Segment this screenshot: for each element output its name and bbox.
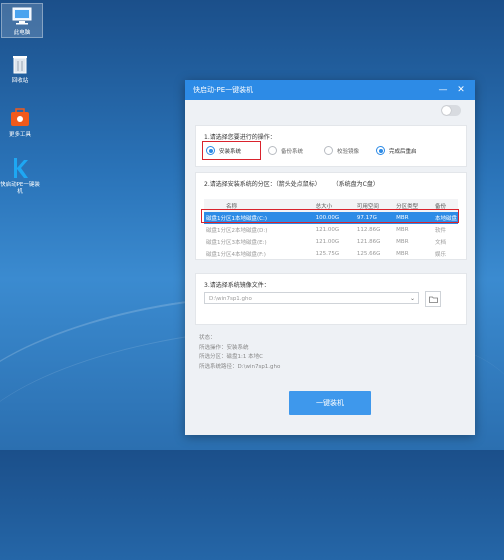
cell-backup: 软件 <box>434 228 446 234</box>
toolbox-icon <box>8 106 32 130</box>
desktop-icon-label: 快启动PE一键装机 <box>0 182 40 195</box>
toggle-knob <box>442 106 451 115</box>
cell-type: MBR <box>396 251 409 257</box>
option-label: 完成后重启 <box>389 148 417 155</box>
one-click-install-button[interactable]: 一键装机 <box>289 391 371 415</box>
computer-icon <box>10 4 34 28</box>
desktop-icon-recycle-bin[interactable]: 回收站 <box>0 52 40 85</box>
cell-size: 125.75G <box>315 251 340 257</box>
radio-icon <box>206 146 215 155</box>
table-row[interactable]: 磁盘1分区4本地磁盘(F:) 125.75G 125.66G MBR 娱乐 <box>204 248 458 260</box>
chevron-down-icon: ⌄ <box>409 295 415 302</box>
cell-backup: 娱乐 <box>434 252 446 258</box>
cell-free: 121.86G <box>356 239 381 245</box>
cell-type: MBR <box>396 227 409 233</box>
settings-toggle[interactable] <box>441 105 461 116</box>
title-bar: 快启动-PE一键装机 — ✕ <box>185 80 475 100</box>
option-label: 备份系统 <box>281 148 304 155</box>
operation-panel: 1.请选择您要进行的操作： 安装系统 备份系统 校验镜像 完成后重启 <box>195 125 467 167</box>
status-line: 状态： <box>199 335 216 341</box>
partition-title-text: 2.请选择安装系统的分区：（箭头处点鼠标） <box>204 181 321 188</box>
radio-icon <box>376 146 385 155</box>
partition-panel: 2.请选择安装系统的分区：（箭头处点鼠标） （系统盘为C盘） 名称 总大小 可用… <box>195 172 467 260</box>
desktop-icon-this-pc[interactable]: 此电脑 <box>1 3 43 38</box>
partition-hint: （系统盘为C盘） <box>332 181 379 188</box>
desktop-icon-kuaiqidong[interactable]: 快启动PE一键装机 <box>0 156 40 196</box>
minimize-button[interactable]: — <box>437 85 449 95</box>
kuaiqidong-k-icon <box>8 156 32 180</box>
cell-backup: 文档 <box>434 240 446 246</box>
cell-name: 磁盘1分区3本地磁盘(E:) <box>206 240 267 246</box>
folder-icon <box>428 296 438 303</box>
status-line: 所选分区：磁盘1:1 本地C <box>199 354 263 360</box>
radio-icon <box>268 146 277 155</box>
close-button[interactable]: ✕ <box>455 85 467 95</box>
table-row[interactable]: 磁盘1分区3本地磁盘(E:) 121.00G 121.86G MBR 文档 <box>204 236 458 248</box>
image-file-value: D:\win7sp1.gho <box>209 296 252 302</box>
desktop-icon-label: 回收站 <box>11 78 29 84</box>
installer-window: 快启动-PE一键装机 — ✕ 1.请选择您要进行的操作： 安装系统 备份系统 校… <box>185 80 475 435</box>
cell-free: 125.66G <box>356 251 381 257</box>
cell-name: 磁盘1分区2本地磁盘(D:) <box>206 228 268 234</box>
option-label: 校验镜像 <box>337 148 360 155</box>
cell-free: 112.86G <box>356 227 381 233</box>
image-file-title: 3.请选择系统镜像文件： <box>204 282 270 289</box>
option-verify-image[interactable]: 校验镜像 <box>324 146 359 155</box>
image-file-select[interactable]: D:\win7sp1.gho ⌄ <box>204 292 419 304</box>
cell-name: 磁盘1分区4本地磁盘(F:) <box>206 252 266 258</box>
partition-title: 2.请选择安装系统的分区：（箭头处点鼠标） （系统盘为C盘） <box>196 173 466 188</box>
desktop-icon-label: 更多工具 <box>8 132 31 138</box>
recycle-bin-icon <box>8 52 32 76</box>
option-backup-system[interactable]: 备份系统 <box>268 146 303 155</box>
cell-type: MBR <box>396 239 409 245</box>
option-restart-after[interactable]: 完成后重启 <box>376 146 417 155</box>
desktop-icon-more-tools[interactable]: 更多工具 <box>0 106 40 139</box>
highlight-box <box>201 209 459 223</box>
status-line: 所选操作：安装系统 <box>199 344 249 351</box>
status-line: 所选系统路径：D:\win7sp1.gho <box>199 363 281 370</box>
browse-folder-button[interactable] <box>425 291 441 307</box>
window-title: 快启动-PE一键装机 <box>193 86 254 94</box>
option-install-system[interactable]: 安装系统 <box>202 141 261 160</box>
table-row[interactable]: 磁盘1分区2本地磁盘(D:) 121.00G 112.86G MBR 软件 <box>204 224 458 236</box>
status-info: 状态： 所选操作：安装系统 所选分区：磁盘1:1 本地C 所选系统路径：D:\w… <box>195 334 465 380</box>
cell-size: 121.00G <box>315 227 340 233</box>
image-file-panel: 3.请选择系统镜像文件： D:\win7sp1.gho ⌄ <box>195 273 467 325</box>
desktop-icon-label: 此电脑 <box>13 30 31 36</box>
radio-icon <box>324 146 333 155</box>
operation-title: 1.请选择您要进行的操作： <box>204 134 276 141</box>
cell-size: 121.00G <box>315 239 340 245</box>
